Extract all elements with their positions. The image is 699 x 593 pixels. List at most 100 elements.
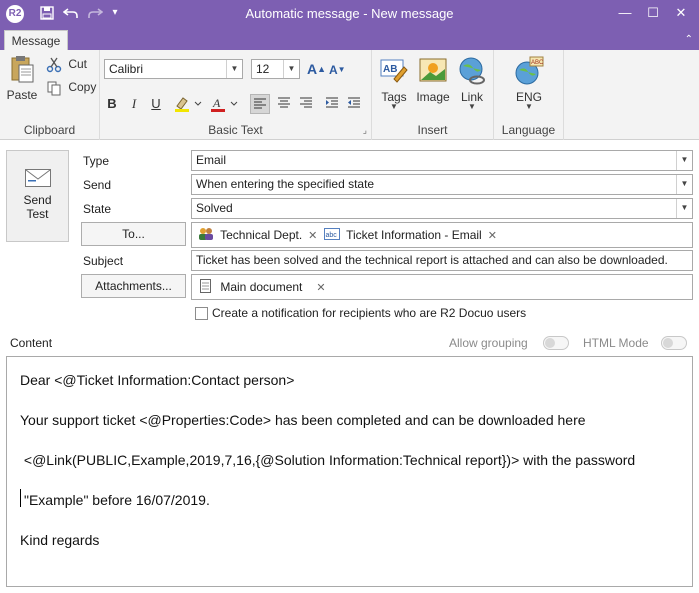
- group-clipboard: Paste Cut Copy Clipboard: [0, 50, 100, 140]
- language-button[interactable]: ABC ENG ▼: [506, 56, 552, 111]
- title-bar: R2 ▾ Automatic message - New message — ☐…: [0, 0, 699, 28]
- align-center-icon: [278, 97, 290, 108]
- state-label: State: [83, 202, 112, 216]
- language-group-label: Language: [501, 123, 556, 137]
- copy-label: Copy: [68, 80, 97, 94]
- italic-button[interactable]: I: [124, 94, 144, 114]
- scissors-icon: [46, 57, 62, 73]
- chevron-down-icon: ▼: [676, 175, 692, 194]
- ribbon: Paste Cut Copy Clipboard Calibri ▼ 12 ▼ …: [0, 50, 699, 140]
- attachment-name: Main document: [220, 280, 303, 294]
- attachment-chip[interactable]: Main document ✕: [198, 279, 326, 295]
- content-editor[interactable]: Dear <@Ticket Information:Contact person…: [6, 356, 693, 587]
- align-center-button[interactable]: [274, 94, 294, 114]
- cut-button[interactable]: Cut: [46, 55, 87, 73]
- font-size-select[interactable]: 12 ▼: [251, 59, 300, 79]
- attachments-field[interactable]: Main document ✕: [191, 274, 693, 300]
- send-test-label-line2: Test: [26, 207, 49, 221]
- chevron-down-icon: ▼: [283, 60, 299, 78]
- svg-text:ABC: ABC: [531, 60, 544, 66]
- body-line: "Example" before 16/07/2019.: [24, 492, 210, 508]
- html-mode-label: HTML Mode: [583, 336, 649, 350]
- grow-font-button[interactable]: A▲: [307, 60, 326, 78]
- image-icon: [419, 58, 447, 82]
- image-label: Image: [416, 90, 450, 104]
- text-caret: [20, 489, 21, 507]
- svg-text:abc: abc: [326, 232, 338, 239]
- to-button[interactable]: To...: [81, 222, 186, 246]
- svg-text:A: A: [212, 96, 221, 110]
- attachments-button[interactable]: Attachments...: [81, 274, 186, 298]
- link-button[interactable]: Link ▼: [454, 56, 490, 111]
- font-color-button[interactable]: A: [208, 94, 240, 114]
- send-select[interactable]: When entering the specified state ▼: [191, 174, 693, 195]
- font-color-icon: A: [211, 96, 238, 112]
- type-select[interactable]: Email ▼: [191, 150, 693, 171]
- remove-recipient-icon[interactable]: ✕: [308, 230, 317, 242]
- tags-button[interactable]: AB Tags ▼: [376, 56, 412, 111]
- basic-text-group-label: Basic Text: [208, 123, 263, 137]
- highlight-color-button[interactable]: [172, 94, 204, 114]
- dialog-launcher-icon[interactable]: ⌟: [363, 125, 367, 136]
- group-insert: AB Tags ▼ Image Link ▼ Insert: [372, 50, 494, 140]
- tags-icon: AB: [380, 59, 408, 83]
- minimize-button[interactable]: —: [614, 4, 636, 22]
- to-recipients-field[interactable]: Technical Dept. ✕ abc Ticket Information …: [191, 222, 693, 248]
- subject-input[interactable]: Ticket has been solved and the technical…: [191, 250, 693, 271]
- globe-abc-icon: ABC: [515, 56, 544, 85]
- state-select[interactable]: Solved ▼: [191, 198, 693, 219]
- group-basic-text: Calibri ▼ 12 ▼ A▲ A▼ B I U A Basic Text …: [100, 50, 372, 140]
- svg-text:AB: AB: [383, 64, 397, 75]
- align-left-button[interactable]: [250, 94, 270, 114]
- copy-button[interactable]: Copy: [46, 78, 96, 96]
- close-button[interactable]: ✕: [670, 4, 692, 22]
- indent-button[interactable]: [322, 94, 342, 114]
- outdent-icon: [348, 97, 360, 108]
- body-line: Kind regards: [20, 532, 100, 548]
- recipient-name: Technical Dept.: [220, 228, 303, 242]
- link-icon: [459, 57, 485, 85]
- remove-recipient-icon[interactable]: ✕: [488, 230, 497, 242]
- state-value: Solved: [196, 201, 233, 215]
- chevron-down-icon: ▼: [226, 60, 242, 78]
- envelope-icon: [24, 169, 51, 187]
- chevron-down-icon: ▼: [676, 199, 692, 218]
- chevron-down-icon: ▼: [676, 151, 692, 170]
- font-name-value: Calibri: [109, 62, 144, 76]
- type-value: Email: [196, 153, 227, 167]
- recipient-chip[interactable]: Technical Dept. ✕: [198, 227, 317, 243]
- align-right-button[interactable]: [296, 94, 316, 114]
- send-test-label-line1: Send: [23, 193, 52, 207]
- allow-grouping-toggle[interactable]: [543, 336, 569, 350]
- paste-button[interactable]: Paste: [4, 54, 40, 102]
- group-language: ABC ENG ▼ Language: [494, 50, 564, 140]
- body-line: Your support ticket <@Properties:Code> h…: [20, 412, 586, 428]
- highlighter-icon: [175, 97, 202, 112]
- underline-button[interactable]: U: [146, 94, 166, 114]
- ribbon-tab-row: Message ⌃: [0, 28, 699, 50]
- maximize-button[interactable]: ☐: [642, 4, 664, 22]
- image-button[interactable]: Image: [414, 56, 452, 104]
- notification-checkbox[interactable]: [195, 307, 208, 320]
- font-name-select[interactable]: Calibri ▼: [104, 59, 243, 79]
- shrink-font-button[interactable]: A▼: [329, 61, 346, 79]
- html-mode-toggle[interactable]: [661, 336, 687, 350]
- indent-icon: [326, 97, 338, 108]
- allow-grouping-label: Allow grouping: [449, 336, 528, 350]
- paste-label: Paste: [6, 88, 38, 102]
- font-size-value: 12: [256, 62, 270, 76]
- remove-attachment-icon[interactable]: ✕: [316, 282, 325, 294]
- field-abc-icon: abc: [324, 228, 340, 240]
- send-test-button[interactable]: Send Test: [6, 150, 69, 242]
- insert-group-label: Insert: [417, 123, 448, 137]
- collapse-ribbon-icon[interactable]: ⌃: [685, 34, 693, 45]
- grow-font-icon: A: [307, 61, 318, 77]
- bold-button[interactable]: B: [102, 94, 122, 114]
- outdent-button[interactable]: [344, 94, 364, 114]
- subject-label: Subject: [83, 254, 124, 268]
- copy-icon: [47, 81, 61, 96]
- tab-message[interactable]: Message: [4, 30, 68, 50]
- recipient-chip[interactable]: abc Ticket Information - Email ✕: [324, 227, 497, 243]
- cut-label: Cut: [68, 57, 88, 71]
- shrink-font-icon: A: [329, 63, 338, 77]
